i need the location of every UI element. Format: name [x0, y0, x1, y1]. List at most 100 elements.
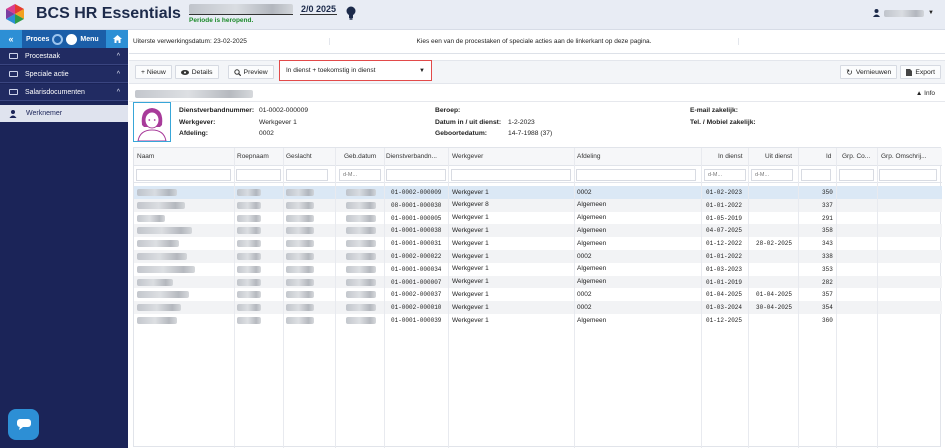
col-roepnaam[interactable]: Roepnaam — [237, 153, 269, 160]
roepnaam-redacted — [237, 253, 261, 260]
in-dienst-cell: 01-12-2025 — [706, 317, 743, 324]
col-naam[interactable]: Naam — [137, 153, 154, 160]
filter-werkgever-input[interactable] — [451, 169, 571, 181]
new-button[interactable]: + Nieuw — [135, 65, 172, 79]
toolbar: + Nieuw Details Preview — [129, 60, 945, 84]
details-label: Details — [191, 68, 213, 76]
table-row[interactable]: 01-0001-000039 Werkgever 1 Algemeen 01-12-2… — [134, 314, 942, 327]
sidebar-item-label: Werknemer — [26, 110, 63, 117]
col-uit-dienst[interactable]: Uit dienst — [765, 153, 792, 160]
refresh-button[interactable]: ↻ Vernieuwen — [840, 65, 898, 79]
chevron-up-icon: ^ — [116, 70, 120, 78]
top-bar: BCS HR Essentials Periode is heropend. 2… — [0, 0, 945, 30]
name-redacted — [137, 214, 165, 222]
filter-geslacht-input[interactable] — [286, 169, 328, 181]
details-button[interactable]: Details — [174, 65, 219, 79]
col-gebdatum[interactable]: Geb.datum — [344, 153, 376, 160]
filter-grp-code-input[interactable] — [839, 169, 874, 181]
col-in-dienst[interactable]: In dienst — [718, 153, 743, 160]
filter-afdeling-input[interactable] — [576, 169, 696, 181]
export-button[interactable]: Export — [900, 65, 941, 79]
user-name-redacted — [884, 9, 924, 17]
name-redacted — [137, 227, 192, 235]
table-row[interactable]: 01-0002-000009 Werkgever 1 0002 01-02-2023 3… — [134, 186, 942, 199]
table-row[interactable]: 01-0002-000037 Werkgever 1 0002 01-04-2025 0… — [134, 288, 942, 301]
table-row[interactable]: 01-0001-000034 Werkgever 1 Algemeen 01-03-2… — [134, 263, 942, 276]
werkgever-cell: Werkgever 1 — [452, 226, 489, 234]
proces-toggle-icon[interactable] — [52, 33, 64, 45]
chevron-down-icon: ▼ — [419, 67, 425, 74]
menu-toggle-icon[interactable] — [66, 33, 78, 45]
table-row[interactable]: 01-0001-000007 Werkgever 1 Algemeen 01-01-2… — [134, 275, 942, 289]
employee-table: Naam Roepnaam Geslacht Geb.datum Dienstv… — [133, 147, 942, 448]
sidebar-item-speciale-actie[interactable]: Speciale actie ^ — [0, 66, 128, 83]
file-icon — [906, 68, 913, 76]
sidebar-item-salarisdocumenten[interactable]: Salarisdocumenten ^ — [0, 84, 128, 101]
column-divider — [836, 148, 837, 448]
table-row[interactable]: 01-0002-000022 Werkgever 1 0002 01-01-2022 3… — [134, 250, 942, 263]
dienstverband-cell: 01-0002-000037 — [391, 291, 442, 299]
col-grp-omschrijving[interactable]: Grp. Omschrij... — [881, 153, 927, 160]
proces-menu-toggle[interactable]: Proces Menu — [22, 30, 106, 48]
filter-id-input[interactable] — [801, 169, 831, 181]
period-name-redacted — [189, 4, 293, 14]
afdeling-cell: 0002 — [577, 303, 592, 311]
dienstverband-cell: 01-0002-000022 — [391, 253, 442, 260]
filter-in-dienst-input[interactable]: d-M... — [704, 169, 746, 181]
werkgever-cell: Werkgever 1 — [452, 214, 489, 222]
gebdatum-redacted — [346, 189, 376, 196]
datum-value: 1-2-2023 — [508, 118, 535, 126]
lightbulb-icon[interactable] — [346, 6, 356, 20]
filter-gebdatum-input[interactable]: d-M... — [339, 169, 381, 181]
sidebar-item-procestaak[interactable]: Procestaak ^ — [0, 48, 128, 65]
table-row[interactable]: 01-0002-000010 Werkgever 1 0002 01-03-2024 3… — [134, 301, 942, 314]
id-cell: 291 — [822, 214, 833, 222]
table-row[interactable]: 01-0001-000031 Werkgever 1 Algemeen 01-12-2… — [134, 237, 942, 250]
col-afdeling[interactable]: Afdeling — [577, 153, 601, 160]
folder-icon — [9, 71, 18, 77]
geslacht-redacted — [286, 278, 314, 286]
in-dienst-cell: 04-07-2025 — [706, 227, 743, 235]
col-dienstverband[interactable]: Dienstverbandn... — [386, 153, 437, 160]
geboorte-value: 14-7-1988 (37) — [508, 130, 553, 138]
col-werkgever[interactable]: Werkgever — [452, 153, 483, 160]
werkgever-cell: Werkgever 1 — [452, 316, 489, 324]
geslacht-redacted — [286, 240, 314, 248]
preview-button[interactable]: Preview — [227, 65, 274, 79]
werkgever-label: Werkgever: — [179, 118, 216, 126]
id-cell: 353 — [822, 265, 833, 273]
info-toggle[interactable]: ▲ Info — [916, 90, 935, 97]
home-button[interactable] — [106, 30, 128, 48]
col-geslacht[interactable]: Geslacht — [286, 153, 312, 160]
sidebar-item-werknemer[interactable]: Werknemer — [0, 105, 128, 122]
afdeling-cell: 0002 — [577, 252, 592, 260]
werkgever-cell: Werkgever 1 — [452, 303, 489, 311]
afdeling-cell: Algemeen — [577, 214, 607, 222]
filter-grp-omschrijving-input[interactable] — [879, 169, 937, 181]
period-selector[interactable]: 2/0 2025 — [300, 4, 338, 15]
werkgever-cell: Werkgever 1 — [452, 252, 489, 260]
table-row[interactable]: 01-0001-000005 Werkgever 1 Algemeen 01-05-2… — [134, 212, 942, 225]
col-grp-code[interactable]: Grp. Co... — [842, 153, 870, 160]
filter-naam-input[interactable] — [136, 169, 231, 181]
geslacht-redacted — [286, 189, 314, 196]
col-id[interactable]: Id — [826, 153, 831, 160]
collapse-sidebar-button[interactable]: « — [0, 30, 22, 48]
user-menu[interactable]: ▼ — [873, 9, 934, 17]
dienstverband-cell: 08-0001-000030 — [391, 201, 442, 209]
werkgever-value: Werkgever 1 — [259, 118, 297, 126]
filter-dienstverband-input[interactable] — [386, 169, 446, 181]
id-cell: 358 — [822, 227, 833, 235]
employment-filter-select[interactable]: In dienst + toekomstig in dienst ▼ — [279, 60, 432, 81]
main-content: Uiterste verwerkingsdatum: 23-02-2025 Ki… — [129, 30, 945, 448]
dienstverband-cell: 01-0001-000034 — [391, 265, 442, 273]
chat-button[interactable] — [8, 409, 39, 440]
table-row[interactable]: 08-0001-000030 Werkgever 8 Algemeen 01-01-2… — [134, 198, 942, 212]
beroep-value — [508, 105, 552, 117]
geslacht-redacted — [286, 201, 314, 209]
gebdatum-redacted — [346, 253, 376, 260]
id-cell: 337 — [822, 201, 833, 209]
filter-roepnaam-input[interactable] — [236, 169, 281, 181]
table-row[interactable]: 01-0001-000038 Werkgever 1 Algemeen 04-07-2… — [134, 224, 942, 238]
filter-uit-dienst-input[interactable]: d-M... — [751, 169, 793, 181]
